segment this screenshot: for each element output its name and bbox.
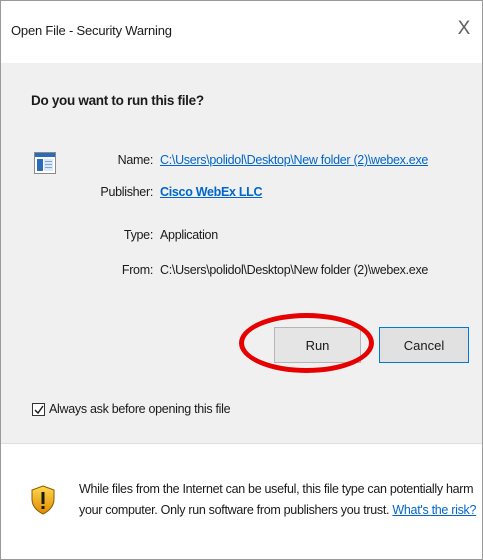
cancel-button[interactable]: Cancel: [379, 327, 469, 363]
run-button[interactable]: Run: [274, 327, 361, 363]
footer-divider: [1, 443, 482, 444]
publisher-label: Publisher:: [100, 185, 153, 199]
whats-the-risk-link[interactable]: What's the risk?: [392, 503, 476, 517]
always-ask-checkbox[interactable]: [32, 403, 45, 416]
warning-message: While files from the Internet can be use…: [79, 479, 479, 521]
close-button[interactable]: X: [450, 15, 478, 43]
question-heading: Do you want to run this file?: [31, 93, 204, 108]
type-label: Type:: [123, 228, 153, 242]
from-label: From:: [121, 263, 153, 277]
name-row: Name: C:\Users\polidol\Desktop\New folde…: [1, 153, 482, 171]
name-label: Name:: [117, 153, 154, 167]
publisher-link[interactable]: Cisco WebEx LLC: [160, 185, 263, 199]
security-warning-dialog: Open File - Security Warning X Do you wa…: [0, 0, 483, 560]
always-ask-label: Always ask before opening this file: [49, 402, 231, 416]
from-value: C:\Users\polidol\Desktop\New folder (2)\…: [160, 263, 429, 277]
dialog-content: Do you want to run this file? Name: C:\U…: [1, 63, 482, 443]
type-row: Type: Application: [1, 228, 482, 246]
security-shield-icon: [31, 485, 55, 515]
title-bar: Open File - Security Warning X: [1, 1, 482, 63]
window-title: Open File - Security Warning: [11, 23, 172, 38]
publisher-row: Publisher: Cisco WebEx LLC: [1, 185, 482, 203]
type-value: Application: [160, 228, 218, 242]
file-name-link[interactable]: C:\Users\polidol\Desktop\New folder (2)\…: [160, 153, 428, 167]
checkmark-icon: [34, 405, 44, 415]
from-row: From: C:\Users\polidol\Desktop\New folde…: [1, 263, 482, 281]
warning-footer: While files from the Internet can be use…: [1, 443, 482, 559]
